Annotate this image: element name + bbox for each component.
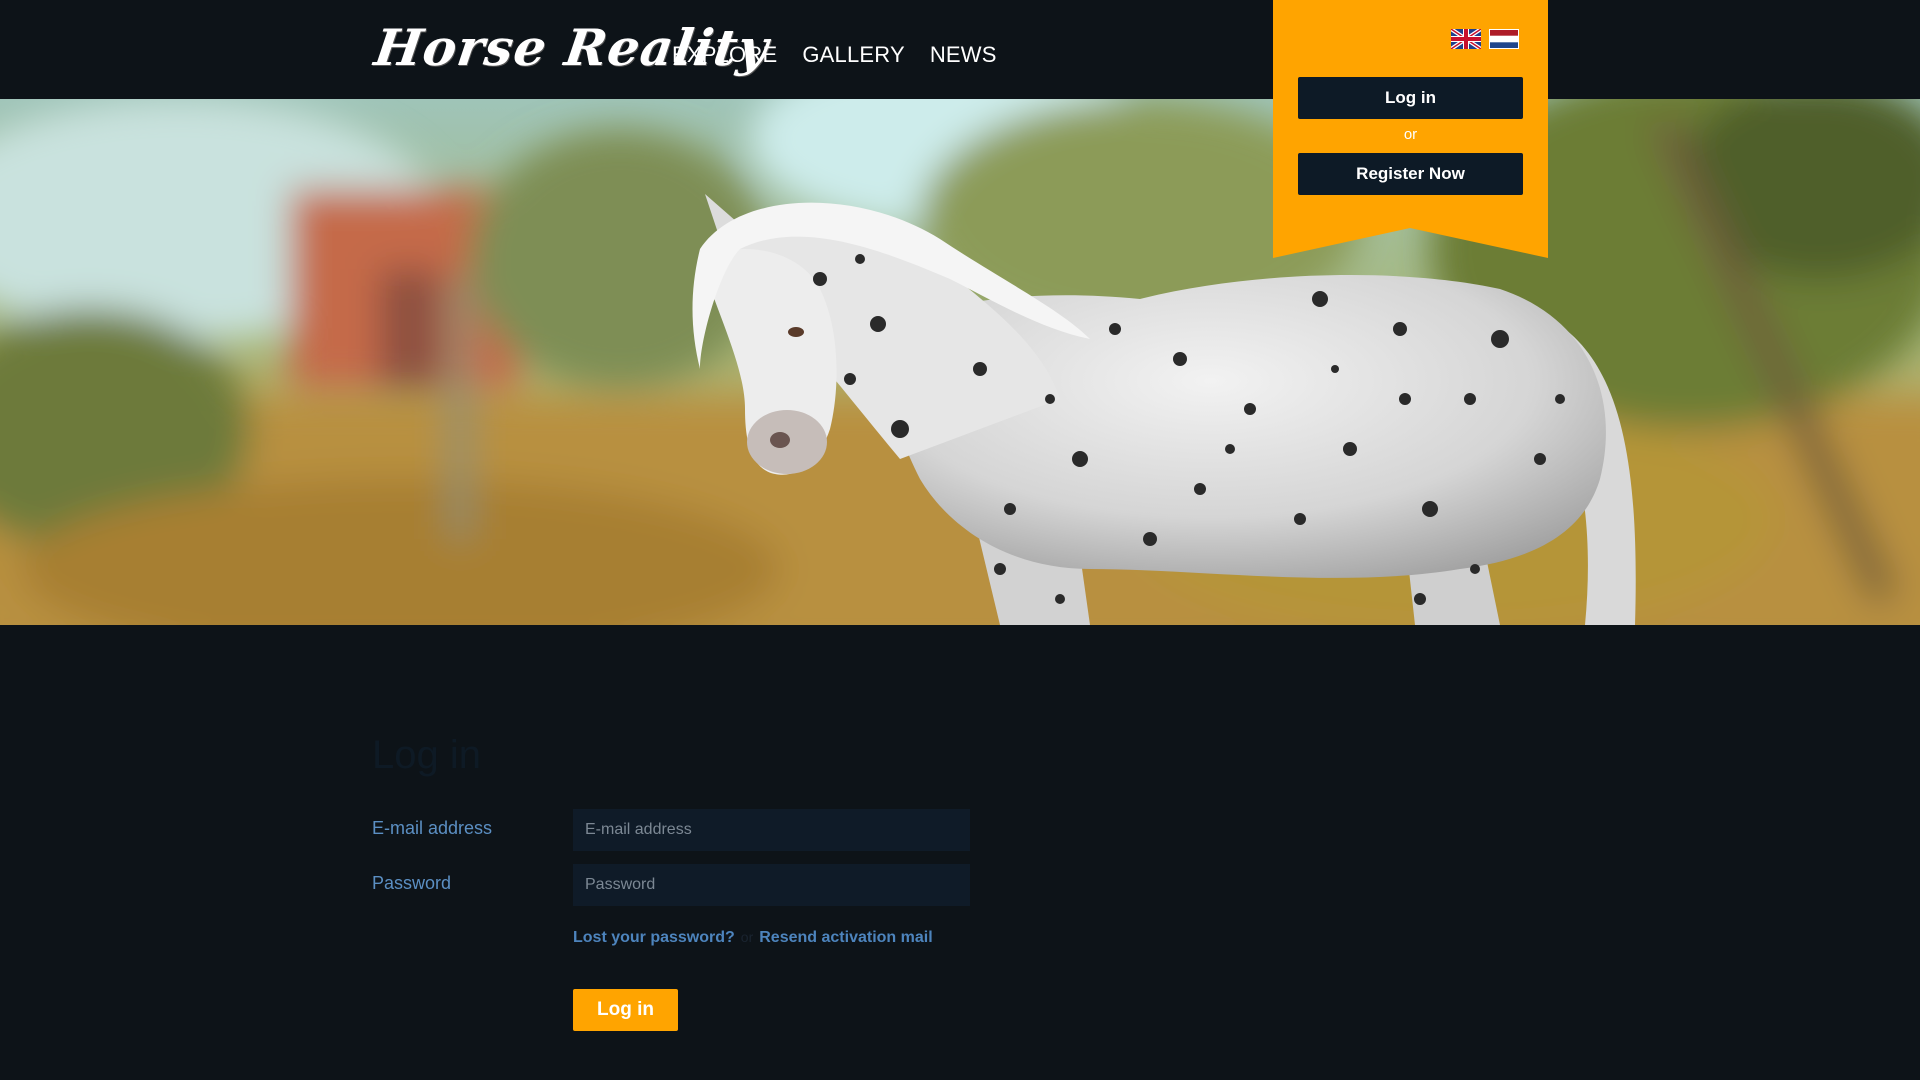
register-now-button[interactable]: Register Now (1298, 153, 1523, 195)
main-nav: EXPLORE GALLERY NEWS (672, 42, 997, 68)
password-field[interactable] (573, 864, 970, 906)
login-submit-button[interactable]: Log in (573, 989, 678, 1031)
nav-explore[interactable]: EXPLORE (672, 42, 777, 68)
resend-activation-link[interactable]: Resend activation mail (759, 929, 932, 947)
uk-flag-icon[interactable] (1451, 29, 1481, 49)
site-header: Horse Reality EXPLORE GALLERY NEWS (0, 0, 1920, 99)
hero-image (0, 99, 1920, 625)
hero-banner (0, 99, 1920, 625)
netherlands-flag-icon[interactable] (1489, 29, 1519, 49)
login-ribbon: Log in or Register Now (1273, 0, 1548, 258)
links-separator: or (740, 929, 754, 945)
password-label: Password (372, 873, 452, 893)
nav-news[interactable]: NEWS (930, 42, 997, 68)
login-title: Log in (372, 733, 481, 777)
lost-password-link[interactable]: Lost your password? (573, 929, 735, 947)
email-label: E-mail address (372, 818, 493, 838)
email-field[interactable] (573, 809, 970, 851)
language-switcher (1451, 29, 1519, 49)
ribbon-or-text: or (1403, 126, 1418, 143)
nav-gallery[interactable]: GALLERY (802, 42, 905, 68)
form-links: Lost your password? or Resend activation… (573, 929, 933, 947)
header-login-button[interactable]: Log in (1298, 77, 1523, 119)
